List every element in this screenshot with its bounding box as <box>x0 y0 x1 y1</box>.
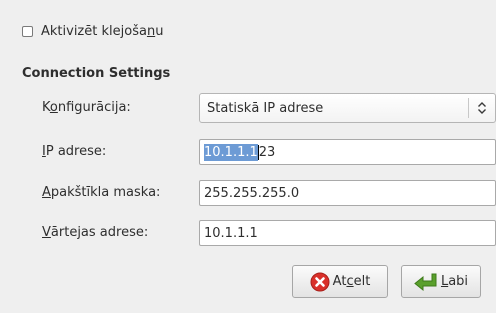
ok-button[interactable]: Labi <box>401 265 481 298</box>
roaming-checkbox-label: Aktivizēt klejošanu <box>41 23 164 39</box>
gateway-label: Vārtejas adrese: <box>42 225 149 240</box>
gateway-input[interactable]: 10.1.1.1 <box>199 220 496 246</box>
enter-arrow-icon <box>414 272 438 292</box>
up-down-arrows-icon <box>469 101 495 116</box>
ip-address-rest-text: 23 <box>258 144 276 160</box>
section-title: Connection Settings <box>22 66 171 81</box>
configuration-value: Statiskā IP adrese <box>207 100 324 116</box>
configuration-combobox[interactable]: Statiskā IP adrese <box>199 93 496 123</box>
gateway-value: 10.1.1.1 <box>204 225 258 241</box>
ip-address-selected-text: 10.1.1.1 <box>204 143 258 161</box>
cancel-button[interactable]: Atcelt <box>292 265 388 298</box>
ip-address-label: IP adrese: <box>42 144 107 159</box>
dialog: Aktivizēt klejošanu Connection Settings … <box>0 0 496 313</box>
roaming-checkbox[interactable] <box>22 25 33 37</box>
subnet-mask-label: Apakštīkla maska: <box>42 185 161 200</box>
subnet-mask-value: 255.255.255.0 <box>204 185 300 201</box>
cancel-icon <box>310 272 330 292</box>
window-edge <box>496 0 504 313</box>
ip-address-input[interactable]: 10.1.1.1 23 <box>199 139 496 165</box>
subnet-mask-input[interactable]: 255.255.255.0 <box>199 180 496 206</box>
configuration-label: Konfigurācija: <box>42 100 131 115</box>
roaming-checkbox-row[interactable]: Aktivizēt klejošanu <box>22 22 163 40</box>
cancel-button-label: Atcelt <box>332 274 371 289</box>
ok-button-label: Labi <box>440 274 469 289</box>
